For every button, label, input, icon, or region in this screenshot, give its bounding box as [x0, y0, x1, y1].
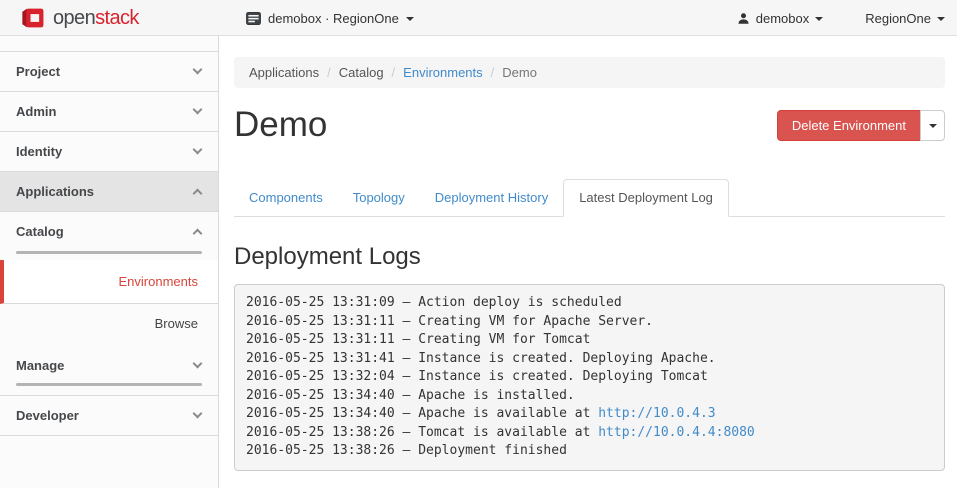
openstack-logo[interactable]: openstack: [20, 0, 139, 36]
log-line: 2016-05-25 13:31:11 — Creating VM for To…: [246, 331, 933, 350]
main-layout: Project Admin Identity Applications Cata…: [0, 36, 957, 488]
log-url-link[interactable]: http://10.0.4.4:8080: [598, 425, 755, 440]
delete-environment-btn-group: Delete Environment: [777, 110, 945, 141]
breadcrumb-environments-link[interactable]: Environments: [403, 65, 482, 80]
sidebar-item-label: Catalog: [16, 224, 64, 239]
user-menu[interactable]: demobox: [737, 11, 823, 26]
log-line: 2016-05-25 13:34:40 — Apache is installe…: [246, 387, 933, 406]
sidebar-item-browse[interactable]: Browse: [0, 304, 218, 342]
log-line: 2016-05-25 13:32:04 — Instance is create…: [246, 368, 933, 387]
sidebar-item-label: Environments: [119, 274, 198, 289]
deployment-log-box: 2016-05-25 13:31:09 — Action deploy is s…: [234, 284, 945, 471]
tab-bar: Components Topology Deployment History L…: [234, 179, 945, 217]
tab-latest-deployment-log[interactable]: Latest Deployment Log: [563, 179, 729, 217]
sidebar-item-catalog[interactable]: Catalog: [0, 212, 218, 251]
manage-group: Manage: [0, 347, 218, 396]
log-url-link[interactable]: http://10.0.4.3: [598, 406, 715, 421]
delete-environment-button[interactable]: Delete Environment: [777, 110, 921, 141]
sidebar-item-label: Admin: [16, 104, 56, 119]
breadcrumb-separator: /: [327, 65, 331, 80]
page-header: Demo Delete Environment: [234, 101, 945, 149]
chevron-down-icon: [193, 105, 203, 115]
sidebar-item-developer[interactable]: Developer: [0, 396, 218, 436]
breadcrumb: Applications / Catalog / Environments / …: [234, 57, 945, 88]
sidebar-item-identity[interactable]: Identity: [0, 132, 218, 172]
user-icon: [737, 12, 750, 25]
sidebar-item-label: Applications: [16, 184, 94, 199]
page-title: Demo: [234, 101, 327, 149]
sidebar-item-label: Browse: [155, 316, 198, 331]
user-menu-label: demobox: [756, 11, 809, 26]
breadcrumb-separator: /: [491, 65, 495, 80]
tab-deployment-history[interactable]: Deployment History: [420, 180, 563, 216]
log-line: 2016-05-25 13:34:40 — Apache is availabl…: [246, 405, 933, 424]
catalog-underline: [16, 251, 202, 254]
chevron-down-icon: [193, 409, 203, 419]
sidebar-item-manage[interactable]: Manage: [0, 347, 218, 383]
content-area: Applications / Catalog / Environments / …: [219, 36, 957, 488]
context-switcher-label: demobox · RegionOne: [268, 11, 399, 26]
log-line: 2016-05-25 13:31:09 — Action deploy is s…: [246, 294, 933, 313]
sidebar-item-label: Identity: [16, 144, 62, 159]
caret-down-icon: [406, 17, 414, 21]
delete-environment-dropdown-toggle[interactable]: [920, 110, 945, 141]
breadcrumb-separator: /: [392, 65, 396, 80]
breadcrumb-catalog: Catalog: [339, 65, 384, 80]
caret-down-icon: [929, 124, 937, 128]
caret-down-icon: [815, 17, 823, 21]
screen: openstack demobox · RegionOne: [0, 0, 957, 489]
log-line: 2016-05-25 13:31:11 — Creating VM for Ap…: [246, 313, 933, 332]
sidebar-item-label: Manage: [16, 358, 64, 373]
window-icon: [246, 12, 261, 25]
sidebar-item-label: Project: [16, 64, 60, 79]
chevron-down-icon: [193, 358, 203, 368]
openstack-logo-icon: [20, 6, 45, 30]
chevron-down-icon: [193, 145, 203, 155]
top-navbar: openstack demobox · RegionOne: [0, 0, 957, 36]
log-line: 2016-05-25 13:38:26 — Tomcat is availabl…: [246, 424, 933, 443]
openstack-wordmark: openstack: [53, 7, 139, 30]
topbar-right: demobox RegionOne: [737, 0, 945, 36]
chevron-down-icon: [193, 65, 203, 75]
sidebar-item-environments[interactable]: Environments: [0, 260, 218, 304]
log-line: 2016-05-25 13:38:26 — Deployment finishe…: [246, 442, 933, 461]
sidebar: Project Admin Identity Applications Cata…: [0, 36, 219, 488]
breadcrumb-current: Demo: [502, 65, 537, 80]
project-region-switcher[interactable]: demobox · RegionOne: [246, 0, 414, 36]
manage-underline: [16, 383, 202, 386]
deployment-logs-heading: Deployment Logs: [234, 243, 945, 271]
sidebar-item-project[interactable]: Project: [0, 52, 218, 92]
tab-topology[interactable]: Topology: [338, 180, 420, 216]
region-menu-label: RegionOne: [865, 11, 931, 26]
chevron-up-icon: [193, 189, 203, 199]
sidebar-top-spacer: [0, 36, 218, 52]
sidebar-item-admin[interactable]: Admin: [0, 92, 218, 132]
region-menu[interactable]: RegionOne: [865, 11, 945, 26]
breadcrumb-applications: Applications: [249, 65, 319, 80]
sidebar-item-applications[interactable]: Applications: [0, 172, 218, 212]
log-line: 2016-05-25 13:31:41 — Instance is create…: [246, 350, 933, 369]
caret-down-icon: [937, 17, 945, 21]
tab-components[interactable]: Components: [234, 180, 338, 216]
chevron-up-icon: [193, 229, 203, 239]
sidebar-item-label: Developer: [16, 408, 79, 423]
